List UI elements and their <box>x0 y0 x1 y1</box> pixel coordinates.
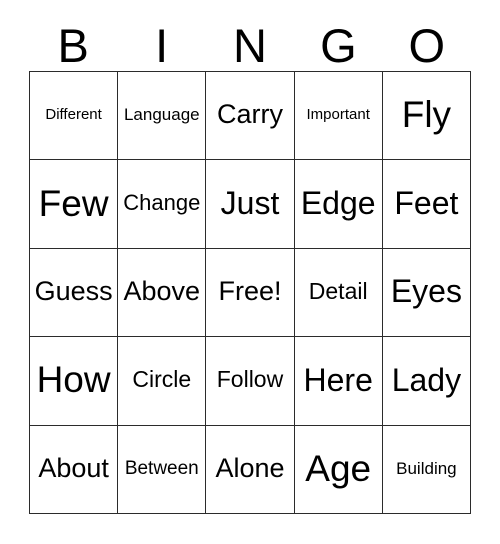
bingo-cell-n1[interactable]: Carry <box>206 72 295 161</box>
bingo-cell-o3[interactable]: Eyes <box>382 248 471 338</box>
bingo-cell-g5[interactable]: Age <box>294 425 383 514</box>
bingo-cell-label: Guess <box>34 275 113 306</box>
bingo-cell-label: Feet <box>394 185 459 222</box>
bingo-header-letter-n: N <box>233 19 267 72</box>
bingo-cell-o1[interactable]: Fly <box>382 72 471 161</box>
bingo-card: B I N G O Different Language Carry Impor… <box>0 0 500 544</box>
bingo-cell-label: Building <box>396 458 457 478</box>
bingo-cell-label: Circle <box>132 366 192 393</box>
bingo-cell-i4[interactable]: Circle <box>118 337 207 426</box>
bingo-cell-n2[interactable]: Just <box>206 160 295 249</box>
bingo-cell-g4[interactable]: Here <box>294 337 383 426</box>
bingo-cell-label: About <box>38 452 109 483</box>
bingo-cell-label: Different <box>45 106 102 124</box>
bingo-header-letter-i: I <box>155 19 169 72</box>
bingo-cell-label: Language <box>123 105 200 125</box>
bingo-cell-label: Change <box>123 190 201 216</box>
bingo-cell-label: How <box>36 359 111 401</box>
bingo-cell-label: Here <box>303 361 373 398</box>
bingo-cell-label: Few <box>38 182 109 224</box>
bingo-cell-label: Between <box>124 457 199 479</box>
bingo-cell-label: Edge <box>300 185 376 222</box>
bingo-cell-i2[interactable]: Change <box>118 160 207 249</box>
bingo-cell-b4[interactable]: How <box>30 337 119 426</box>
bingo-cell-g2[interactable]: Edge <box>294 160 383 249</box>
bingo-cell-n5[interactable]: Alone <box>206 425 295 514</box>
bingo-cell-label: Fly <box>401 94 452 136</box>
bingo-cell-n4[interactable]: Follow <box>206 337 295 426</box>
bingo-header-letter-o: O <box>408 19 446 72</box>
bingo-cell-label: Above <box>123 275 201 306</box>
bingo-cell-i1[interactable]: Language <box>118 72 207 161</box>
bingo-cell-b1[interactable]: Different <box>30 72 119 161</box>
bingo-cell-label: Follow <box>216 366 284 393</box>
bingo-cell-label: Alone <box>215 452 285 483</box>
bingo-cell-free-space[interactable]: Free! <box>206 248 295 338</box>
bingo-cell-label: Just <box>220 185 280 222</box>
bingo-cell-o5[interactable]: Building <box>382 425 471 514</box>
bingo-cell-label: Important <box>306 106 370 124</box>
bingo-free-space-label: Free! <box>218 275 282 306</box>
bingo-cell-label: Carry <box>216 99 283 130</box>
bingo-cell-b2[interactable]: Few <box>30 160 119 249</box>
bingo-header-row: B I N G O <box>29 16 471 71</box>
bingo-cell-o4[interactable]: Lady <box>382 337 471 426</box>
bingo-cell-b3[interactable]: Guess <box>30 248 119 338</box>
bingo-cell-label: Eyes <box>390 273 462 310</box>
bingo-cell-o2[interactable]: Feet <box>382 160 471 249</box>
bingo-cell-g1[interactable]: Important <box>294 72 383 161</box>
bingo-cell-b5[interactable]: About <box>30 425 119 514</box>
bingo-grid: Different Language Carry Important Fly F… <box>29 71 471 514</box>
bingo-cell-g3[interactable]: Detail <box>294 248 383 338</box>
bingo-cell-i3[interactable]: Above <box>118 248 207 338</box>
bingo-cell-label: Age <box>305 447 372 489</box>
bingo-header-letter-g: G <box>320 19 357 72</box>
bingo-cell-i5[interactable]: Between <box>118 425 207 514</box>
bingo-header-letter-b: B <box>57 19 89 72</box>
bingo-cell-label: Lady <box>391 361 462 398</box>
bingo-cell-label: Detail <box>308 277 368 304</box>
